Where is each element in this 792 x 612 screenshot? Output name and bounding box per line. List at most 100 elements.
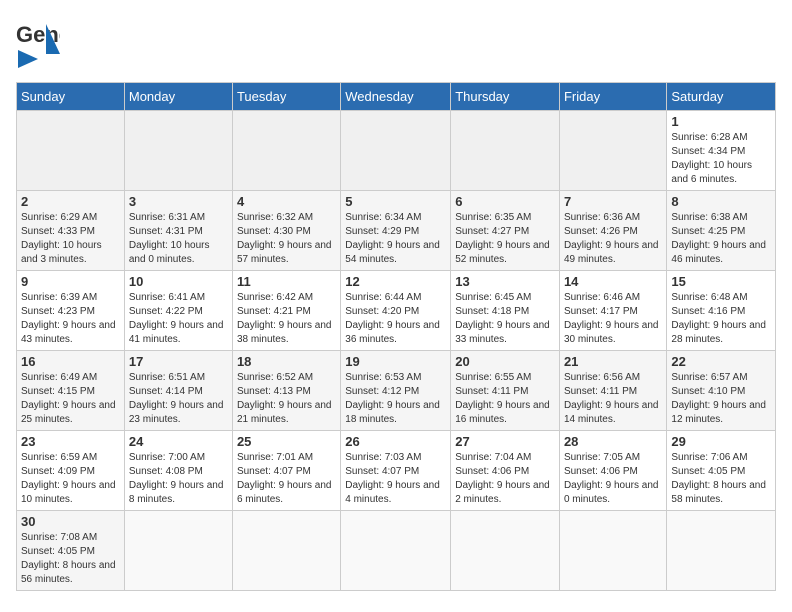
day-info: Sunrise: 6:45 AM Sunset: 4:18 PM Dayligh…	[455, 291, 555, 347]
weekday-header: Wednesday	[341, 83, 451, 111]
calendar-cell	[667, 511, 776, 591]
day-number: 27	[455, 434, 555, 449]
weekday-header: Saturday	[667, 83, 776, 111]
calendar-cell: 12 Sunrise: 6:44 AM Sunset: 4:20 PM Dayli…	[341, 271, 451, 351]
calendar-cell: 17 Sunrise: 6:51 AM Sunset: 4:14 PM Dayli…	[124, 351, 232, 431]
calendar-week-row: 9 Sunrise: 6:39 AM Sunset: 4:23 PM Daylig…	[17, 271, 776, 351]
day-info: Sunrise: 6:56 AM Sunset: 4:11 PM Dayligh…	[564, 371, 662, 427]
calendar-cell: 9 Sunrise: 6:39 AM Sunset: 4:23 PM Daylig…	[17, 271, 125, 351]
calendar-cell: 14 Sunrise: 6:46 AM Sunset: 4:17 PM Dayli…	[559, 271, 666, 351]
day-info: Sunrise: 6:44 AM Sunset: 4:20 PM Dayligh…	[345, 291, 446, 347]
day-number: 26	[345, 434, 446, 449]
calendar-cell: 28 Sunrise: 7:05 AM Sunset: 4:06 PM Dayli…	[559, 431, 666, 511]
logo-wrapper: General	[16, 16, 60, 54]
day-info: Sunrise: 7:08 AM Sunset: 4:05 PM Dayligh…	[21, 531, 120, 587]
calendar-cell: 13Sunrise: 6:45 AM Sunset: 4:18 PM Dayli…	[451, 271, 560, 351]
day-number: 14	[564, 274, 662, 289]
logo-triangle-icon	[18, 50, 38, 68]
day-info: Sunrise: 7:01 AM Sunset: 4:07 PM Dayligh…	[237, 451, 336, 507]
day-info: Sunrise: 6:59 AM Sunset: 4:09 PM Dayligh…	[21, 451, 120, 507]
day-info: Sunrise: 6:41 AM Sunset: 4:22 PM Dayligh…	[129, 291, 228, 347]
day-number: 15	[671, 274, 771, 289]
calendar-cell: 4Sunrise: 6:32 AM Sunset: 4:30 PM Daylig…	[232, 191, 340, 271]
calendar-cell: 24Sunrise: 7:00 AM Sunset: 4:08 PM Dayli…	[124, 431, 232, 511]
logo-text	[16, 50, 38, 72]
calendar-cell: 21 Sunrise: 6:56 AM Sunset: 4:11 PM Dayli…	[559, 351, 666, 431]
day-info: Sunrise: 6:31 AM Sunset: 4:31 PM Dayligh…	[129, 211, 228, 267]
day-info: Sunrise: 6:57 AM Sunset: 4:10 PM Dayligh…	[671, 371, 771, 427]
calendar-cell	[124, 511, 232, 591]
day-info: Sunrise: 6:55 AM Sunset: 4:11 PM Dayligh…	[455, 371, 555, 427]
day-number: 7	[564, 194, 662, 209]
day-info: Sunrise: 7:04 AM Sunset: 4:06 PM Dayligh…	[455, 451, 555, 507]
calendar-cell: 29Sunrise: 7:06 AM Sunset: 4:05 PM Dayli…	[667, 431, 776, 511]
logo-area: General	[16, 16, 60, 72]
calendar-cell: 1 Sunrise: 6:28 AM Sunset: 4:34 PM Daylig…	[667, 111, 776, 191]
calendar-week-row: 16 Sunrise: 6:49 AM Sunset: 4:15 PM Dayli…	[17, 351, 776, 431]
day-info: Sunrise: 6:32 AM Sunset: 4:30 PM Dayligh…	[237, 211, 336, 267]
calendar-cell: 26 Sunrise: 7:03 AM Sunset: 4:07 PM Dayli…	[341, 431, 451, 511]
calendar-header-row: SundayMondayTuesdayWednesdayThursdayFrid…	[17, 83, 776, 111]
day-info: Sunrise: 6:53 AM Sunset: 4:12 PM Dayligh…	[345, 371, 446, 427]
calendar-week-row: 2 Sunrise: 6:29 AM Sunset: 4:33 PM Daylig…	[17, 191, 776, 271]
day-number: 25	[237, 434, 336, 449]
weekday-header: Tuesday	[232, 83, 340, 111]
day-number: 8	[671, 194, 771, 209]
calendar-cell: 11 Sunrise: 6:42 AM Sunset: 4:21 PM Dayli…	[232, 271, 340, 351]
day-info: Sunrise: 6:49 AM Sunset: 4:15 PM Dayligh…	[21, 371, 120, 427]
day-number: 23	[21, 434, 120, 449]
day-number: 12	[345, 274, 446, 289]
day-number: 30	[21, 514, 120, 529]
day-number: 16	[21, 354, 120, 369]
calendar-cell	[17, 111, 125, 191]
day-number: 6	[455, 194, 555, 209]
day-info: Sunrise: 6:36 AM Sunset: 4:26 PM Dayligh…	[564, 211, 662, 267]
day-number: 3	[129, 194, 228, 209]
calendar-cell	[232, 511, 340, 591]
day-info: Sunrise: 6:46 AM Sunset: 4:17 PM Dayligh…	[564, 291, 662, 347]
day-info: Sunrise: 6:35 AM Sunset: 4:27 PM Dayligh…	[455, 211, 555, 267]
logo-icon: General	[16, 16, 60, 54]
day-info: Sunrise: 6:39 AM Sunset: 4:23 PM Dayligh…	[21, 291, 120, 347]
calendar-cell: 18Sunrise: 6:52 AM Sunset: 4:13 PM Dayli…	[232, 351, 340, 431]
day-number: 17	[129, 354, 228, 369]
calendar-cell: 20 Sunrise: 6:55 AM Sunset: 4:11 PM Dayli…	[451, 351, 560, 431]
calendar-cell: 10 Sunrise: 6:41 AM Sunset: 4:22 PM Dayli…	[124, 271, 232, 351]
day-number: 29	[671, 434, 771, 449]
day-number: 10	[129, 274, 228, 289]
weekday-header: Sunday	[17, 83, 125, 111]
day-info: Sunrise: 7:05 AM Sunset: 4:06 PM Dayligh…	[564, 451, 662, 507]
day-number: 20	[455, 354, 555, 369]
calendar-cell: 6 Sunrise: 6:35 AM Sunset: 4:27 PM Daylig…	[451, 191, 560, 271]
day-info: Sunrise: 6:52 AM Sunset: 4:13 PM Dayligh…	[237, 371, 336, 427]
weekday-header: Thursday	[451, 83, 560, 111]
calendar-cell: 3 Sunrise: 6:31 AM Sunset: 4:31 PM Daylig…	[124, 191, 232, 271]
calendar-cell: 30 Sunrise: 7:08 AM Sunset: 4:05 PM Dayli…	[17, 511, 125, 591]
day-number: 11	[237, 274, 336, 289]
calendar-cell	[341, 111, 451, 191]
day-number: 28	[564, 434, 662, 449]
day-number: 9	[21, 274, 120, 289]
calendar-cell: 19 Sunrise: 6:53 AM Sunset: 4:12 PM Dayli…	[341, 351, 451, 431]
day-info: Sunrise: 7:03 AM Sunset: 4:07 PM Dayligh…	[345, 451, 446, 507]
calendar-cell	[124, 111, 232, 191]
day-info: Sunrise: 6:28 AM Sunset: 4:34 PM Dayligh…	[671, 131, 771, 187]
day-info: Sunrise: 6:48 AM Sunset: 4:16 PM Dayligh…	[671, 291, 771, 347]
calendar-cell	[232, 111, 340, 191]
calendar-cell	[559, 511, 666, 591]
day-number: 19	[345, 354, 446, 369]
day-number: 5	[345, 194, 446, 209]
day-number: 21	[564, 354, 662, 369]
calendar-table: SundayMondayTuesdayWednesdayThursdayFrid…	[16, 82, 776, 591]
day-info: Sunrise: 6:34 AM Sunset: 4:29 PM Dayligh…	[345, 211, 446, 267]
calendar-cell: 8Sunrise: 6:38 AM Sunset: 4:25 PM Daylig…	[667, 191, 776, 271]
day-number: 1	[671, 114, 771, 129]
day-info: Sunrise: 6:42 AM Sunset: 4:21 PM Dayligh…	[237, 291, 336, 347]
day-number: 2	[21, 194, 120, 209]
day-info: Sunrise: 6:51 AM Sunset: 4:14 PM Dayligh…	[129, 371, 228, 427]
day-info: Sunrise: 6:29 AM Sunset: 4:33 PM Dayligh…	[21, 211, 120, 267]
calendar-cell: 23 Sunrise: 6:59 AM Sunset: 4:09 PM Dayli…	[17, 431, 125, 511]
calendar-week-row: 30 Sunrise: 7:08 AM Sunset: 4:05 PM Dayli…	[17, 511, 776, 591]
weekday-header: Monday	[124, 83, 232, 111]
calendar-cell: 25 Sunrise: 7:01 AM Sunset: 4:07 PM Dayli…	[232, 431, 340, 511]
